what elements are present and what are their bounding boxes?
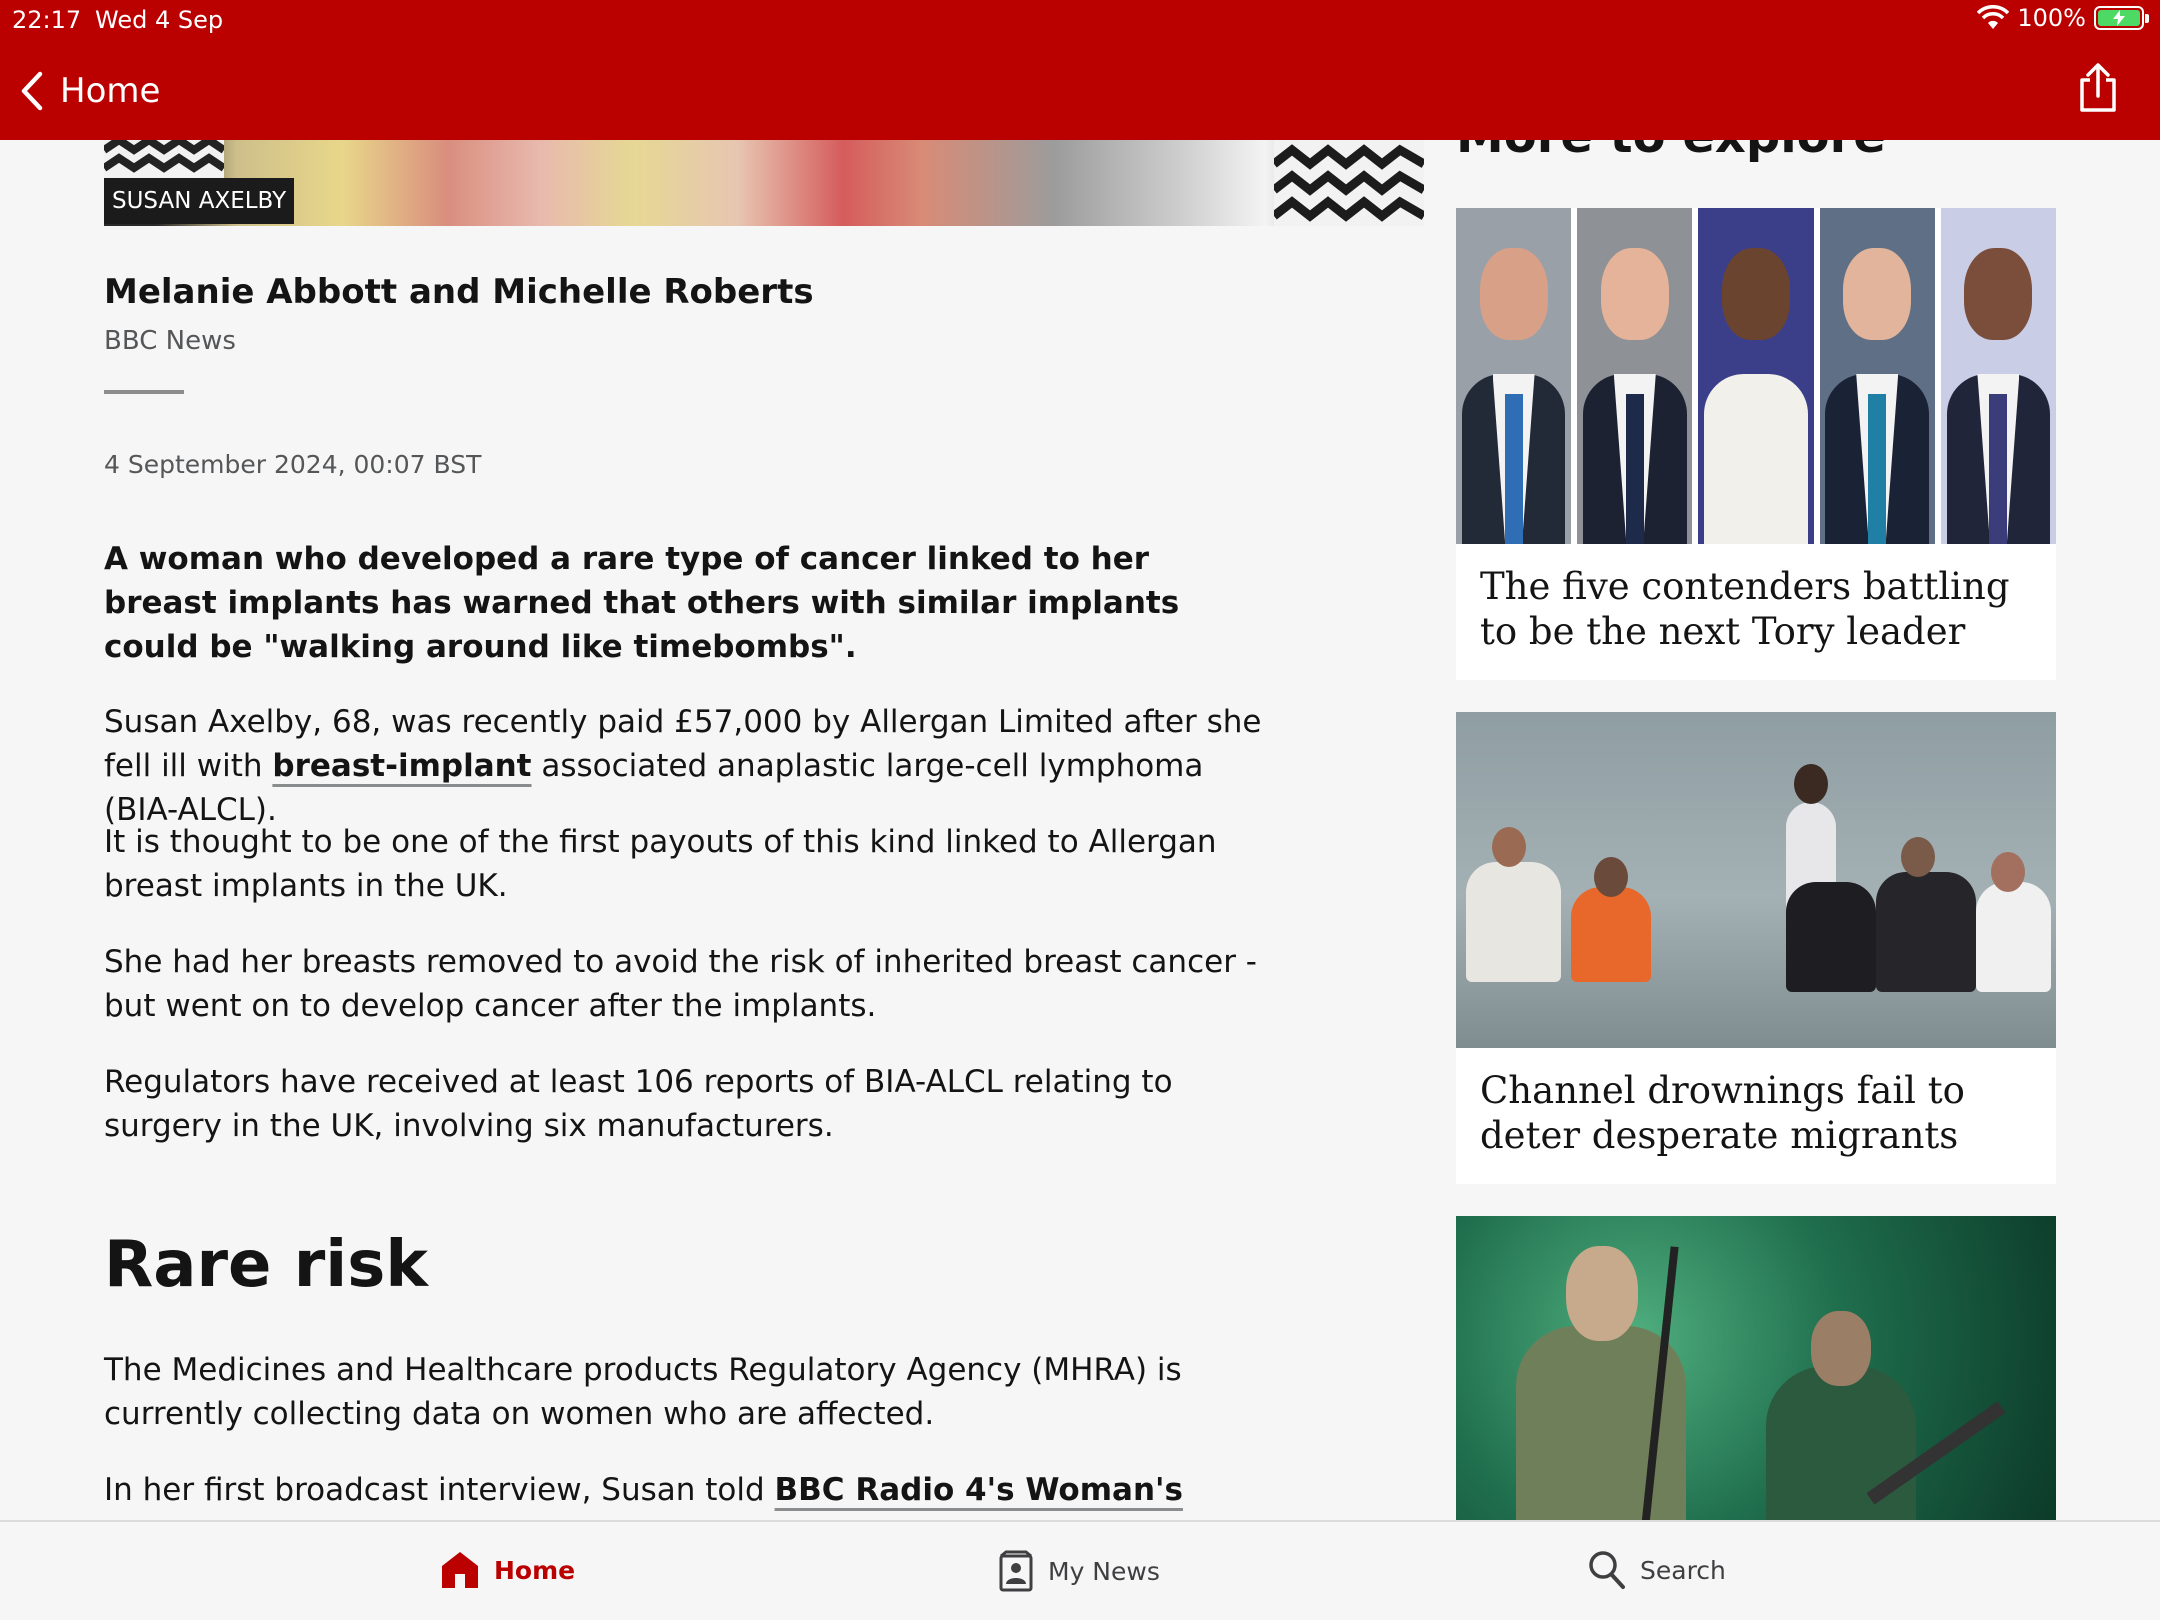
tab-home[interactable]: Home [440,1550,575,1590]
article-paragraph: It is thought to be one of the first pay… [104,824,1217,904]
article-lead: A woman who developed a rare type of can… [104,541,1180,665]
article-paragraph: Susan Axelby, 68, was recently paid £57,… [104,704,1262,828]
tab-bar: Home My News Search [0,1520,2160,1620]
battery-icon [2094,6,2149,30]
story-card[interactable]: Channel drownings fail to deter desperat… [1456,712,2056,1184]
story-title: Channel drownings fail to deter desperat… [1480,1069,1965,1157]
story-image [1456,712,2056,1048]
status-date: Wed 4 Sep [95,6,224,34]
home-icon [442,1552,478,1588]
status-indicators: 100% [1977,4,2149,32]
search-icon [1589,1551,1625,1589]
back-button[interactable]: Home [20,66,160,116]
byline-organisation: BBC News [104,326,236,356]
story-image [1456,208,2056,544]
status-time: 22:17 [12,6,82,34]
breast-implant-link[interactable]: breast-implant [272,748,531,784]
tab-my-news-label: My News [1048,1556,1160,1586]
chevron-left-icon [21,71,43,111]
article-paragraph: Regulators have received at least 106 re… [104,1064,1173,1144]
wifi-icon [1977,5,2010,29]
hero-image [104,140,1424,226]
story-title: The five contenders battling to be the n… [1480,565,2010,653]
tab-search[interactable]: Search [1588,1550,1726,1590]
section-heading: Rare risk [104,1228,428,1302]
byline-divider [104,390,184,394]
article-paragraph: The Medicines and Healthcare products Re… [104,1352,1182,1432]
pattern-decoration [1274,140,1424,226]
story-card[interactable]: The five contenders battling to be the n… [1456,208,2056,680]
article-paragraph: She had her breasts removed to avoid the… [104,944,1257,1024]
image-credit: SUSAN AXELBY [104,178,295,224]
pattern-decoration [104,140,224,180]
tab-search-label: Search [1640,1555,1726,1585]
story-image [1456,1216,2056,1520]
back-label: Home [60,71,161,111]
tab-home-label: Home [494,1555,576,1585]
story-card[interactable] [1456,1216,2056,1520]
my-news-icon [999,1550,1033,1592]
tab-my-news[interactable]: My News [998,1550,1160,1592]
top-bar: 22:17 Wed 4 Sep 100% Home [0,0,2160,140]
byline: Melanie Abbott and Michelle Roberts [104,272,814,312]
article-date: 4 September 2024, 00:07 BST [104,450,482,479]
share-icon[interactable] [2076,62,2120,114]
battery-percent: 100% [2017,4,2086,32]
